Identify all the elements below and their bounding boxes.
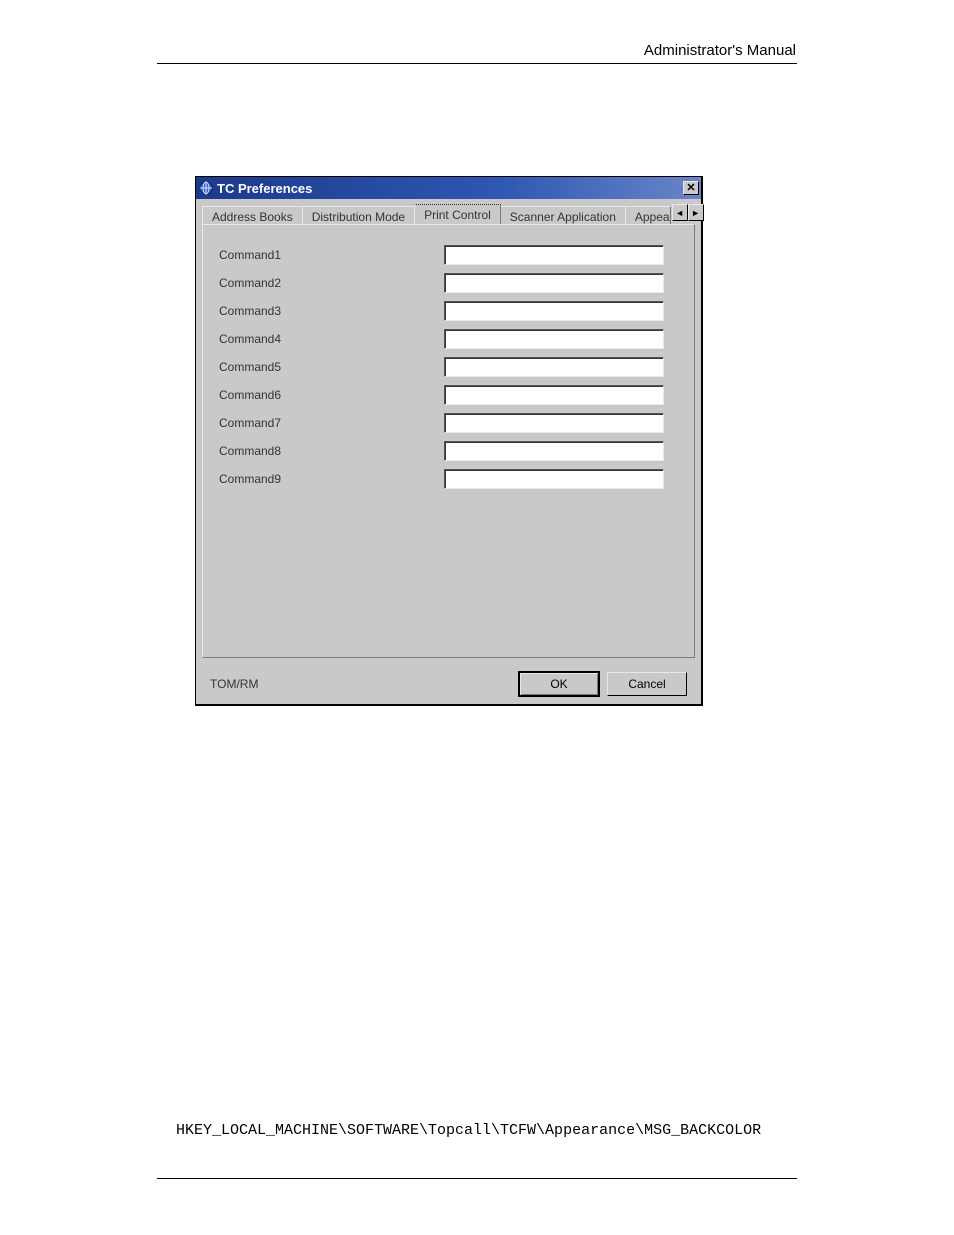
tab-distribution-mode[interactable]: Distribution Mode bbox=[302, 206, 415, 225]
chevron-right-icon: ► bbox=[691, 208, 700, 218]
input-command2[interactable] bbox=[444, 273, 664, 293]
row-command7: Command7 bbox=[219, 409, 678, 437]
registry-path: HKEY_LOCAL_MACHINE\SOFTWARE\Topcall\TCFW… bbox=[176, 1122, 761, 1139]
close-button[interactable]: ✕ bbox=[683, 181, 699, 195]
label-command9: Command9 bbox=[219, 472, 444, 486]
label-command3: Command3 bbox=[219, 304, 444, 318]
app-icon bbox=[199, 181, 213, 195]
tab-scanner-application[interactable]: Scanner Application bbox=[500, 206, 626, 225]
preferences-dialog: TC Preferences ✕ Address Books Distribut… bbox=[195, 176, 703, 706]
row-command9: Command9 bbox=[219, 465, 678, 493]
tab-scroll-right[interactable]: ► bbox=[688, 204, 704, 221]
input-command8[interactable] bbox=[444, 441, 664, 461]
close-icon: ✕ bbox=[686, 183, 695, 194]
tab-print-control[interactable]: Print Control bbox=[414, 204, 501, 224]
footer-rule bbox=[157, 1178, 797, 1179]
input-command6[interactable] bbox=[444, 385, 664, 405]
input-command5[interactable] bbox=[444, 357, 664, 377]
input-command3[interactable] bbox=[444, 301, 664, 321]
label-command6: Command6 bbox=[219, 388, 444, 402]
cancel-button[interactable]: Cancel bbox=[607, 672, 687, 696]
tab-scroll-left[interactable]: ◄ bbox=[672, 204, 688, 221]
chevron-left-icon: ◄ bbox=[675, 208, 684, 218]
titlebar: TC Preferences ✕ bbox=[196, 177, 701, 199]
status-label: TOM/RM bbox=[210, 677, 258, 691]
header-rule bbox=[157, 63, 797, 64]
label-command8: Command8 bbox=[219, 444, 444, 458]
row-command4: Command4 bbox=[219, 325, 678, 353]
tab-panel: Command1 Command2 Command3 Command4 Comm… bbox=[202, 224, 695, 658]
page-header: Administrator's Manual bbox=[644, 42, 796, 59]
input-command9[interactable] bbox=[444, 469, 664, 489]
tab-scroll: ◄ ► bbox=[672, 204, 704, 221]
label-command7: Command7 bbox=[219, 416, 444, 430]
row-command2: Command2 bbox=[219, 269, 678, 297]
row-command3: Command3 bbox=[219, 297, 678, 325]
input-command1[interactable] bbox=[444, 245, 664, 265]
label-command2: Command2 bbox=[219, 276, 444, 290]
label-command4: Command4 bbox=[219, 332, 444, 346]
input-command4[interactable] bbox=[444, 329, 664, 349]
row-command8: Command8 bbox=[219, 437, 678, 465]
label-command1: Command1 bbox=[219, 248, 444, 262]
row-command1: Command1 bbox=[219, 241, 678, 269]
tab-row: Address Books Distribution Mode Print Co… bbox=[196, 199, 701, 224]
button-row: TOM/RM OK Cancel bbox=[196, 664, 701, 704]
label-command5: Command5 bbox=[219, 360, 444, 374]
dialog-wrap: TC Preferences ✕ Address Books Distribut… bbox=[195, 176, 703, 706]
titlebar-title: TC Preferences bbox=[217, 181, 312, 196]
ok-button[interactable]: OK bbox=[519, 672, 599, 696]
tab-appearance-truncated[interactable]: Appea bbox=[625, 206, 671, 225]
input-command7[interactable] bbox=[444, 413, 664, 433]
row-command5: Command5 bbox=[219, 353, 678, 381]
tab-address-books[interactable]: Address Books bbox=[202, 206, 303, 225]
row-command6: Command6 bbox=[219, 381, 678, 409]
